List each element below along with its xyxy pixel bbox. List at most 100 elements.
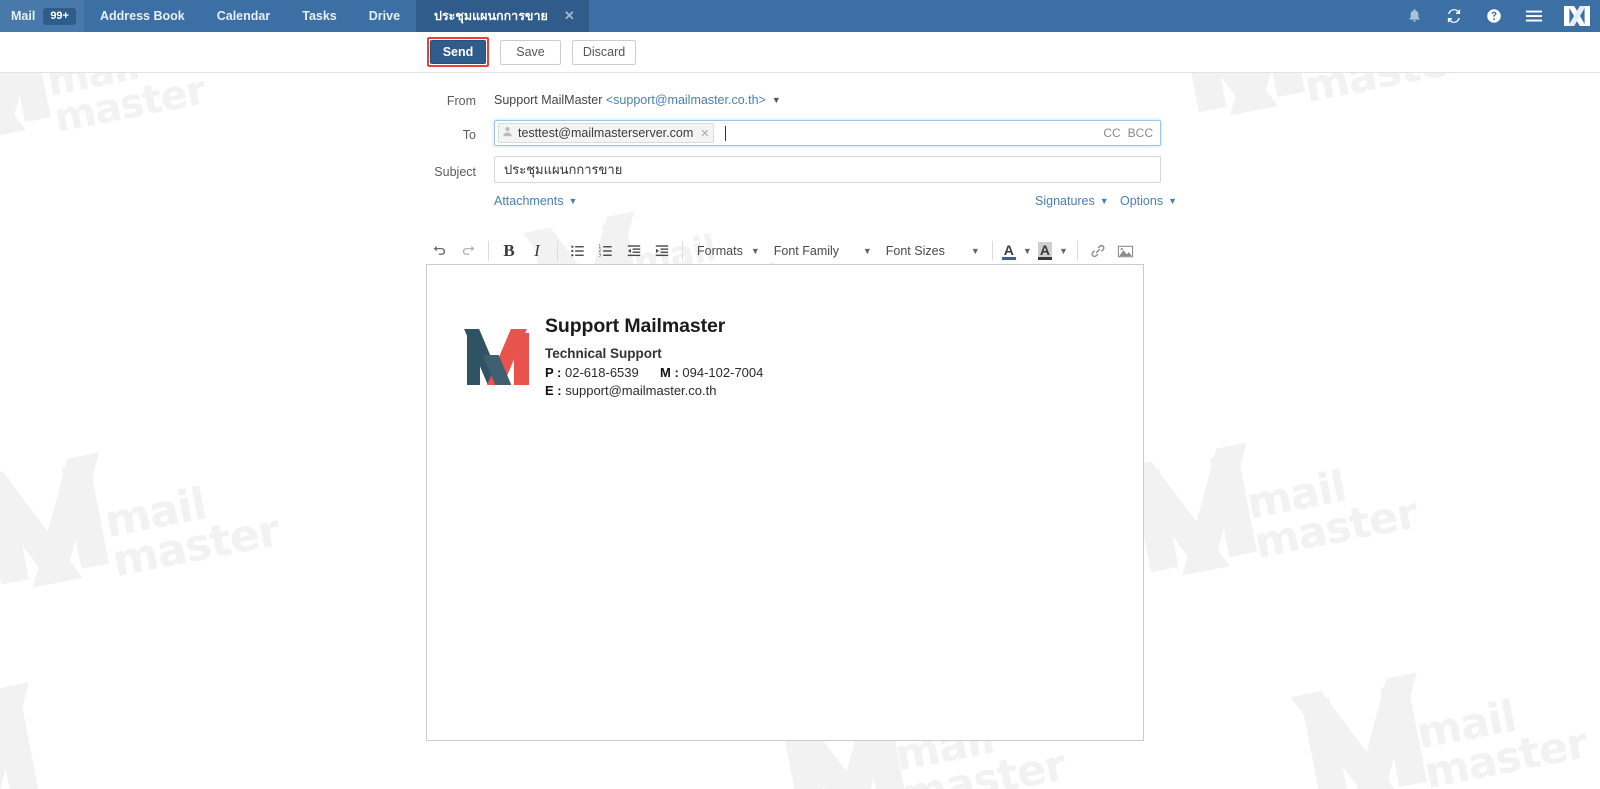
signature-phone-value: 02-618-6539 (565, 365, 639, 380)
svg-text:3: 3 (599, 253, 602, 258)
mailmaster-m-logo (464, 329, 529, 385)
font-family-dropdown[interactable]: Font Family ▼ (766, 238, 878, 264)
email-signature: Support Mailmaster Technical Support P :… (464, 315, 763, 401)
signature-phone-line: P : 02-618-6539 M : 094-102-7004 (545, 365, 763, 380)
to-field[interactable]: testtest@mailmasterserver.com ✕ CC BCC (494, 120, 1161, 146)
toolbar-separator (682, 241, 683, 261)
hamburger-menu-icon[interactable] (1514, 0, 1554, 32)
chevron-down-icon: ▼ (970, 246, 980, 256)
from-email-address: <support@mailmaster.co.th> (605, 93, 766, 107)
mail-unread-badge: 99+ (43, 7, 76, 25)
nav-item-label: Mail (11, 9, 36, 23)
signature-phone-key: P : (545, 365, 562, 380)
attachments-label: Attachments (494, 194, 564, 208)
toolbar-separator (488, 241, 489, 261)
from-label: From (446, 94, 476, 108)
numbered-list-icon[interactable]: 1 2 3 (592, 237, 620, 265)
help-icon[interactable] (1474, 0, 1514, 32)
recipient-chip-label: testtest@mailmasterserver.com (518, 126, 694, 140)
chevron-down-icon: ▼ (862, 246, 872, 256)
chevron-down-icon: ▼ (750, 246, 760, 256)
nav-item-label: Tasks (302, 9, 337, 23)
signature-mobile-value: 094-102-7004 (682, 365, 764, 380)
from-value[interactable]: Support MailMaster <support@mailmaster.c… (494, 93, 781, 107)
options-dropdown[interactable]: Options ▼ (1120, 194, 1177, 208)
formats-label: Formats (697, 244, 743, 258)
text-color-button[interactable]: A ▼ (999, 238, 1035, 264)
discard-button[interactable]: Discard (572, 40, 636, 65)
chevron-down-icon: ▼ (568, 196, 578, 206)
compose-form: From Support MailMaster <support@mailmas… (0, 72, 1600, 789)
subject-label: Subject (434, 165, 476, 179)
nav-item-tasks[interactable]: Tasks (286, 0, 353, 32)
indent-icon[interactable] (648, 237, 676, 265)
nav-item-calendar[interactable]: Calendar (201, 0, 287, 32)
signature-email-value: support@mailmaster.co.th (565, 383, 717, 398)
compose-options-row: Attachments ▼ Signatures ▼ Options ▼ (0, 192, 1600, 214)
signature-email-key: E : (545, 383, 562, 398)
redo-icon[interactable] (454, 237, 482, 265)
signature-role: Technical Support (545, 346, 662, 361)
toolbar-separator (991, 241, 993, 261)
from-display-name: Support MailMaster (494, 93, 606, 107)
chevron-down-icon[interactable]: ▼ (1059, 246, 1068, 256)
undo-icon[interactable] (426, 237, 454, 265)
toolbar-separator (557, 241, 558, 261)
nav-item-label: Drive (368, 9, 401, 23)
font-family-label: Font Family (773, 244, 840, 258)
bold-button[interactable]: B (495, 237, 523, 265)
to-input[interactable] (726, 122, 1104, 144)
mailmaster-logo[interactable] (1554, 0, 1600, 32)
editor-toolbar: B I 1 2 3 Formats ▼ Font Family ▼ Font S… (426, 234, 1144, 268)
text-color-glyph: A (1001, 242, 1016, 260)
formats-dropdown[interactable]: Formats ▼ (689, 238, 766, 264)
options-label: Options (1120, 194, 1164, 208)
send-button[interactable]: Send (430, 40, 486, 64)
image-icon[interactable] (1112, 237, 1140, 265)
chevron-down-icon[interactable]: ▼ (1023, 246, 1032, 256)
nav-item-drive[interactable]: Drive (353, 0, 416, 32)
link-icon[interactable] (1084, 237, 1112, 265)
toolbar-separator (1076, 241, 1078, 261)
chevron-down-icon[interactable]: ▼ (772, 95, 781, 105)
refresh-icon[interactable] (1434, 0, 1474, 32)
cc-bcc-group: CC BCC (1103, 126, 1153, 140)
nav-item-mail[interactable]: Mail 99+ (0, 0, 84, 32)
signature-text-block: Support Mailmaster Technical Support P :… (545, 315, 763, 401)
email-body-editor[interactable]: Support Mailmaster Technical Support P :… (426, 264, 1144, 741)
save-button[interactable]: Save (500, 40, 561, 65)
font-sizes-label: Font Sizes (885, 244, 945, 258)
signature-email-line: E : support@mailmaster.co.th (545, 383, 763, 398)
nav-item-label: Address Book (99, 9, 185, 23)
bcc-button[interactable]: BCC (1128, 126, 1153, 140)
background-color-button[interactable]: A ▼ (1035, 238, 1071, 264)
signatures-label: Signatures (1035, 194, 1095, 208)
nav-item-address-book[interactable]: Address Book (84, 0, 201, 32)
nav-item-label: Calendar (216, 9, 271, 23)
chevron-down-icon: ▼ (1099, 196, 1109, 206)
cc-button[interactable]: CC (1103, 126, 1120, 140)
chevron-down-icon: ▼ (1168, 196, 1178, 206)
recipient-chip[interactable]: testtest@mailmasterserver.com ✕ (498, 123, 715, 143)
compose-tab-label: ประชุมแผนกการขาย (434, 9, 548, 23)
signature-mobile-key: M : (660, 365, 679, 380)
compose-action-bar: Send Save Discard (0, 32, 1600, 73)
bullet-list-icon[interactable] (564, 237, 592, 265)
font-sizes-dropdown[interactable]: Font Sizes ▼ (878, 238, 986, 264)
send-button-highlight: Send (427, 37, 489, 67)
signature-name: Support Mailmaster (545, 315, 726, 337)
subject-input[interactable] (494, 156, 1161, 183)
bell-icon[interactable] (1394, 0, 1434, 32)
remove-recipient-icon[interactable]: ✕ (700, 127, 709, 140)
person-icon (502, 124, 513, 142)
background-color-glyph: A (1037, 242, 1052, 260)
italic-button[interactable]: I (523, 237, 551, 265)
outdent-icon[interactable] (620, 237, 648, 265)
top-navigation-bar: Mail 99+ Address Book Calendar Tasks Dri… (0, 0, 1600, 32)
compose-tab-active[interactable]: ประชุมแผนกการขาย ✕ (416, 0, 589, 32)
signatures-dropdown[interactable]: Signatures ▼ (1035, 194, 1109, 208)
attachments-dropdown[interactable]: Attachments ▼ (494, 194, 577, 208)
to-label: To (462, 128, 476, 142)
close-icon[interactable]: ✕ (564, 8, 575, 24)
